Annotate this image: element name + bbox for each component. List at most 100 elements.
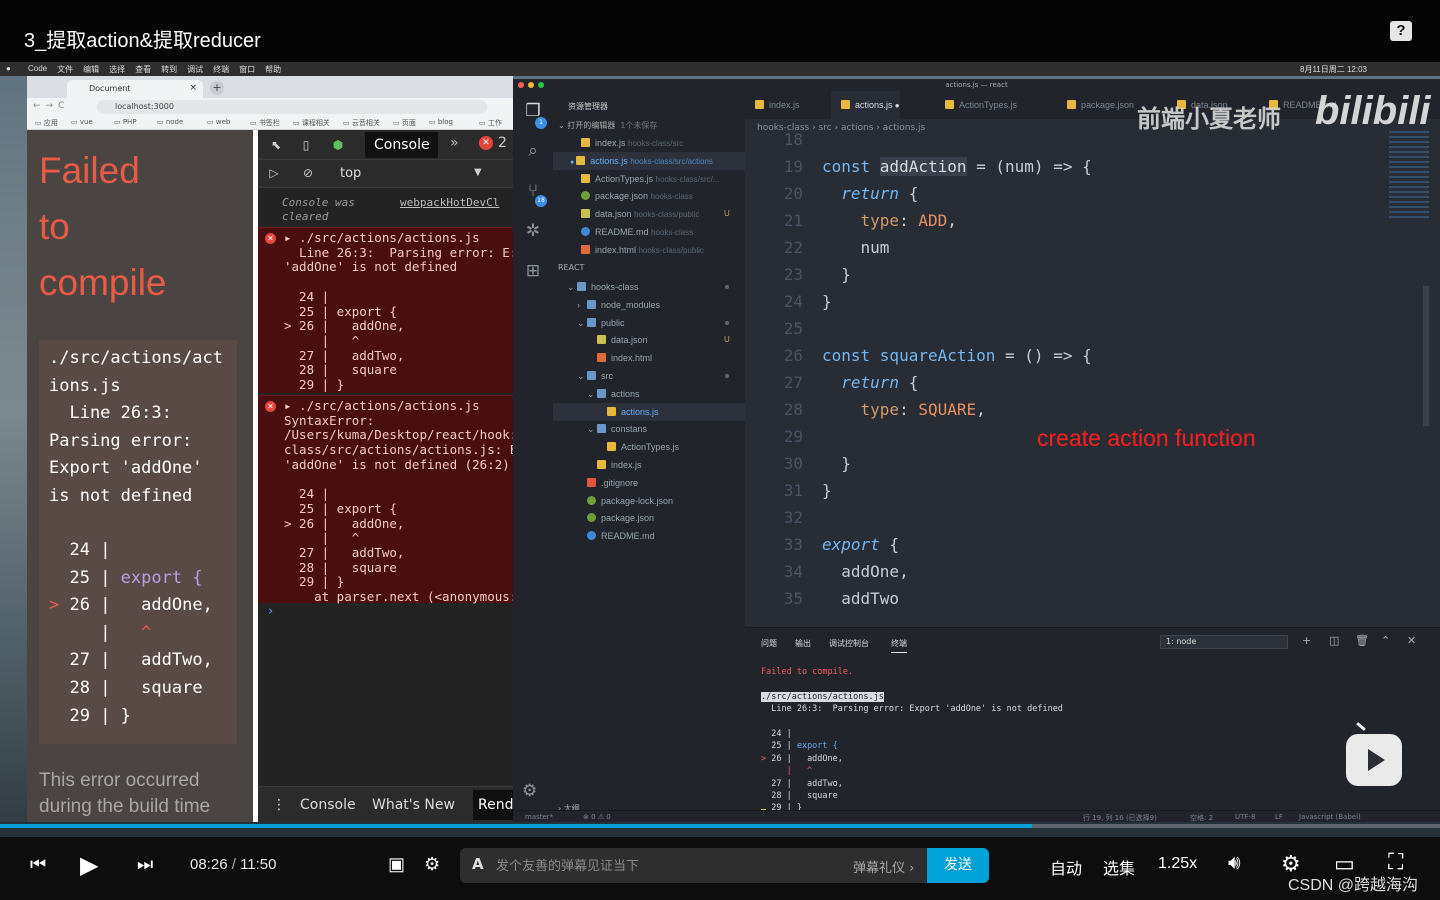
status-language[interactable]: Javascript (Babel)	[1299, 813, 1361, 821]
status-cursor-position[interactable]: 行 19, 列 16 (已选择9)	[1083, 813, 1157, 823]
tree-item[interactable]: › node_modules	[553, 296, 745, 314]
debug-icon[interactable]: ✲	[522, 221, 544, 243]
tree-item[interactable]: ActionTypes.js	[553, 438, 745, 456]
maximize-window-icon[interactable]	[538, 82, 544, 88]
quality-button[interactable]: 自动	[1050, 855, 1082, 879]
sidebar-toggle-icon[interactable]: ▷	[266, 165, 282, 181]
status-indentation[interactable]: 空格: 2	[1190, 813, 1213, 823]
bookmark-item[interactable]: ▭ PHP	[114, 118, 137, 126]
close-icon[interactable]: ✕	[1407, 634, 1416, 647]
bookmark-item[interactable]: ▭ vue	[71, 118, 93, 126]
editor-scrollbar[interactable]	[1423, 286, 1429, 426]
minimap[interactable]	[1389, 131, 1429, 221]
tree-item[interactable]: actions.js	[553, 402, 745, 421]
panel-tab-terminal[interactable]: 终端	[891, 638, 907, 653]
drawer-tab-whats-new[interactable]: What's New	[372, 797, 455, 813]
danmaku-input[interactable]	[496, 848, 836, 883]
tab-console[interactable]: Console	[365, 132, 438, 158]
volume-icon[interactable]: 🔊︎	[1228, 852, 1241, 875]
macos-menu-item[interactable]: 编辑	[83, 64, 99, 75]
open-editors-header[interactable]: ⌄ 打开的编辑器 1个未保存	[558, 120, 657, 131]
macos-menu-item[interactable]: 调试	[187, 64, 203, 75]
tree-item[interactable]: ⌄ constans	[553, 420, 745, 438]
chevron-down-icon[interactable]: ▼	[474, 167, 482, 178]
send-danmaku-button[interactable]: 发送	[927, 848, 989, 883]
editor-tab[interactable]: actions.js ●	[831, 91, 900, 119]
open-editor-item[interactable]: ActionTypes.js hooks-class/src/...	[553, 170, 745, 188]
status-encoding[interactable]: UTF-8	[1235, 813, 1255, 821]
macos-menu-item[interactable]: 窗口	[239, 64, 255, 75]
previous-icon[interactable]: ⏮	[30, 854, 46, 875]
settings-gear-icon[interactable]: ⚙	[522, 781, 537, 801]
open-editor-item[interactable]: ● actions.js hooks-class/src/actions	[553, 151, 745, 170]
bookmark-item[interactable]: ▭ 课程相关	[293, 118, 330, 128]
macos-menu-item[interactable]: 终端	[213, 64, 229, 75]
context-select[interactable]: top	[340, 166, 361, 181]
extensions-icon[interactable]: ⊞	[522, 261, 544, 283]
tree-item[interactable]: ⌄ public	[553, 314, 745, 332]
play-icon[interactable]: ▶	[80, 851, 98, 880]
browser-tab[interactable]: Document ×	[67, 80, 203, 98]
status-eol[interactable]: LF	[1275, 813, 1283, 821]
macos-menu-item[interactable]: 选择	[109, 64, 125, 75]
tree-item[interactable]: index.html	[553, 349, 745, 367]
help-icon[interactable]: ?	[1390, 21, 1412, 41]
editor-tab[interactable]: package.json	[1057, 91, 1134, 119]
terminal-select[interactable]: 1: node	[1160, 635, 1288, 649]
console-error-entry[interactable]: ✕ ▸ ./src/actions/actions.js SyntaxError: /…	[258, 395, 517, 604]
console-prompt[interactable]: ›	[268, 604, 273, 619]
tree-item[interactable]: package.json	[553, 509, 745, 527]
bookmark-item[interactable]: ▭ 工作	[479, 118, 502, 128]
open-editor-item[interactable]: index.js hooks-class/src	[553, 134, 745, 152]
tree-item[interactable]: ⌄ actions	[553, 385, 745, 403]
maximize-panel-icon[interactable]: ⌃	[1381, 634, 1390, 647]
split-terminal-icon[interactable]: ◫	[1329, 634, 1339, 647]
macos-menu-item[interactable]: 文件	[57, 64, 73, 75]
danmaku-style-icon[interactable]: A	[472, 855, 484, 873]
address-bar[interactable]: localhost:3000	[97, 100, 487, 114]
speed-button[interactable]: 1.25x	[1158, 855, 1197, 873]
big-play-icon[interactable]	[1346, 734, 1402, 786]
macos-menu-item[interactable]: 查看	[135, 64, 151, 75]
new-tab-button[interactable]: +	[210, 81, 224, 95]
status-problems[interactable]: ⊗ 0 ⚠ 0	[583, 813, 611, 821]
workspace-header[interactable]: REACT	[558, 263, 584, 272]
panel-tab-problems[interactable]: 问题	[761, 638, 777, 649]
danmaku-settings-icon[interactable]: ⚙	[424, 854, 440, 875]
vue-devtools-icon[interactable]: ⬢	[330, 137, 346, 153]
device-toggle-icon[interactable]: ▯	[298, 137, 314, 153]
episodes-button[interactable]: 选集	[1103, 855, 1135, 879]
tree-item[interactable]: ⌄ hooks-class	[553, 278, 745, 296]
close-window-icon[interactable]	[518, 82, 524, 88]
source-link[interactable]: webpackHotDevCl	[400, 196, 499, 209]
panel-tab-output[interactable]: 输出	[795, 638, 811, 649]
trash-icon[interactable]: 🗑	[1355, 634, 1369, 647]
drawer-tab-rendering[interactable]: Rend	[473, 790, 513, 820]
minimize-window-icon[interactable]	[528, 82, 534, 88]
bookmark-item[interactable]: ▭ 云音相关	[343, 118, 380, 128]
error-count-icon[interactable]: ✕	[479, 136, 493, 150]
tree-item[interactable]: index.js	[553, 456, 745, 474]
tree-item[interactable]: ⌄ src	[553, 367, 745, 385]
bookmark-item[interactable]: ▭ 书签栏	[250, 118, 280, 128]
open-editor-item[interactable]: README.md hooks-class	[553, 223, 745, 241]
danmaku-toggle-icon[interactable]: ▣	[388, 854, 405, 875]
bookmark-item[interactable]: ▭ web	[207, 118, 230, 126]
console-error-entry[interactable]: ✕ ▸ ./src/actions/actions.js Line 26:3: P…	[258, 227, 517, 393]
add-terminal-icon[interactable]: +	[1302, 634, 1311, 647]
video-frame[interactable]: ● Code 文件 编辑 选择 查看 转到 调试 终端 窗口 帮助 8月11日周二 12:03 D…	[0, 62, 1440, 837]
progress-bar[interactable]	[0, 824, 1440, 828]
open-editor-item[interactable]: data.json hooks-class/public U	[553, 205, 745, 223]
drawer-menu-icon[interactable]: ⋮	[272, 797, 286, 813]
editor-tab[interactable]: index.js	[745, 91, 800, 119]
open-editor-item[interactable]: index.html hooks-class/public	[553, 241, 745, 259]
macos-menu-item[interactable]: 帮助	[265, 64, 281, 75]
danmaku-etiquette-link[interactable]: 弹幕礼仪 ›	[853, 857, 914, 876]
nav-arrows-icon[interactable]: ←→C	[33, 101, 69, 111]
bookmark-item[interactable]: ▭ 页面	[393, 118, 416, 128]
bookmark-item[interactable]: ▭ blog	[429, 118, 453, 126]
search-icon[interactable]: ⌕	[522, 141, 544, 163]
inspect-icon[interactable]: ⬉	[268, 137, 284, 153]
bookmark-item[interactable]: ▭ 应用	[35, 118, 58, 128]
status-branch[interactable]: master*	[525, 813, 553, 821]
